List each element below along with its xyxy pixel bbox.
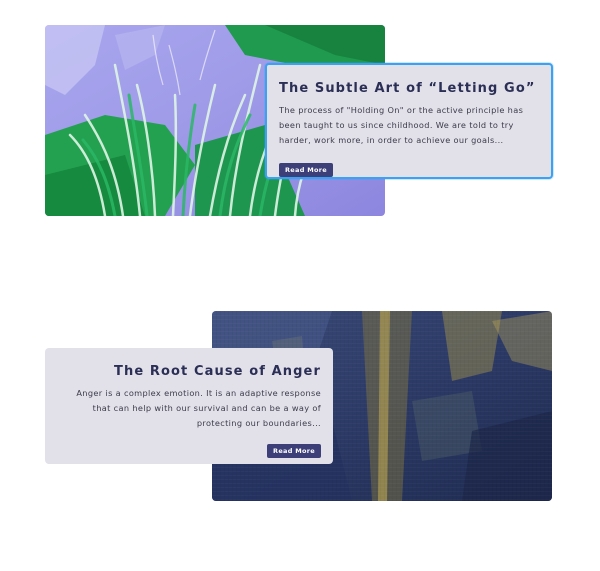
post-title[interactable]: The Subtle Art of “Letting Go” — [279, 81, 539, 96]
read-more-button[interactable]: Read More — [279, 163, 333, 177]
post-card-anger[interactable]: The Root Cause of Anger Anger is a compl… — [45, 348, 333, 464]
post-card-letting-go[interactable]: The Subtle Art of “Letting Go” The proce… — [265, 63, 553, 179]
post-excerpt: The process of "Holding On" or the activ… — [279, 105, 524, 145]
read-more-button[interactable]: Read More — [267, 444, 321, 458]
post-excerpt: Anger is a complex emotion. It is an ada… — [76, 388, 321, 428]
post-title[interactable]: The Root Cause of Anger — [57, 364, 321, 379]
